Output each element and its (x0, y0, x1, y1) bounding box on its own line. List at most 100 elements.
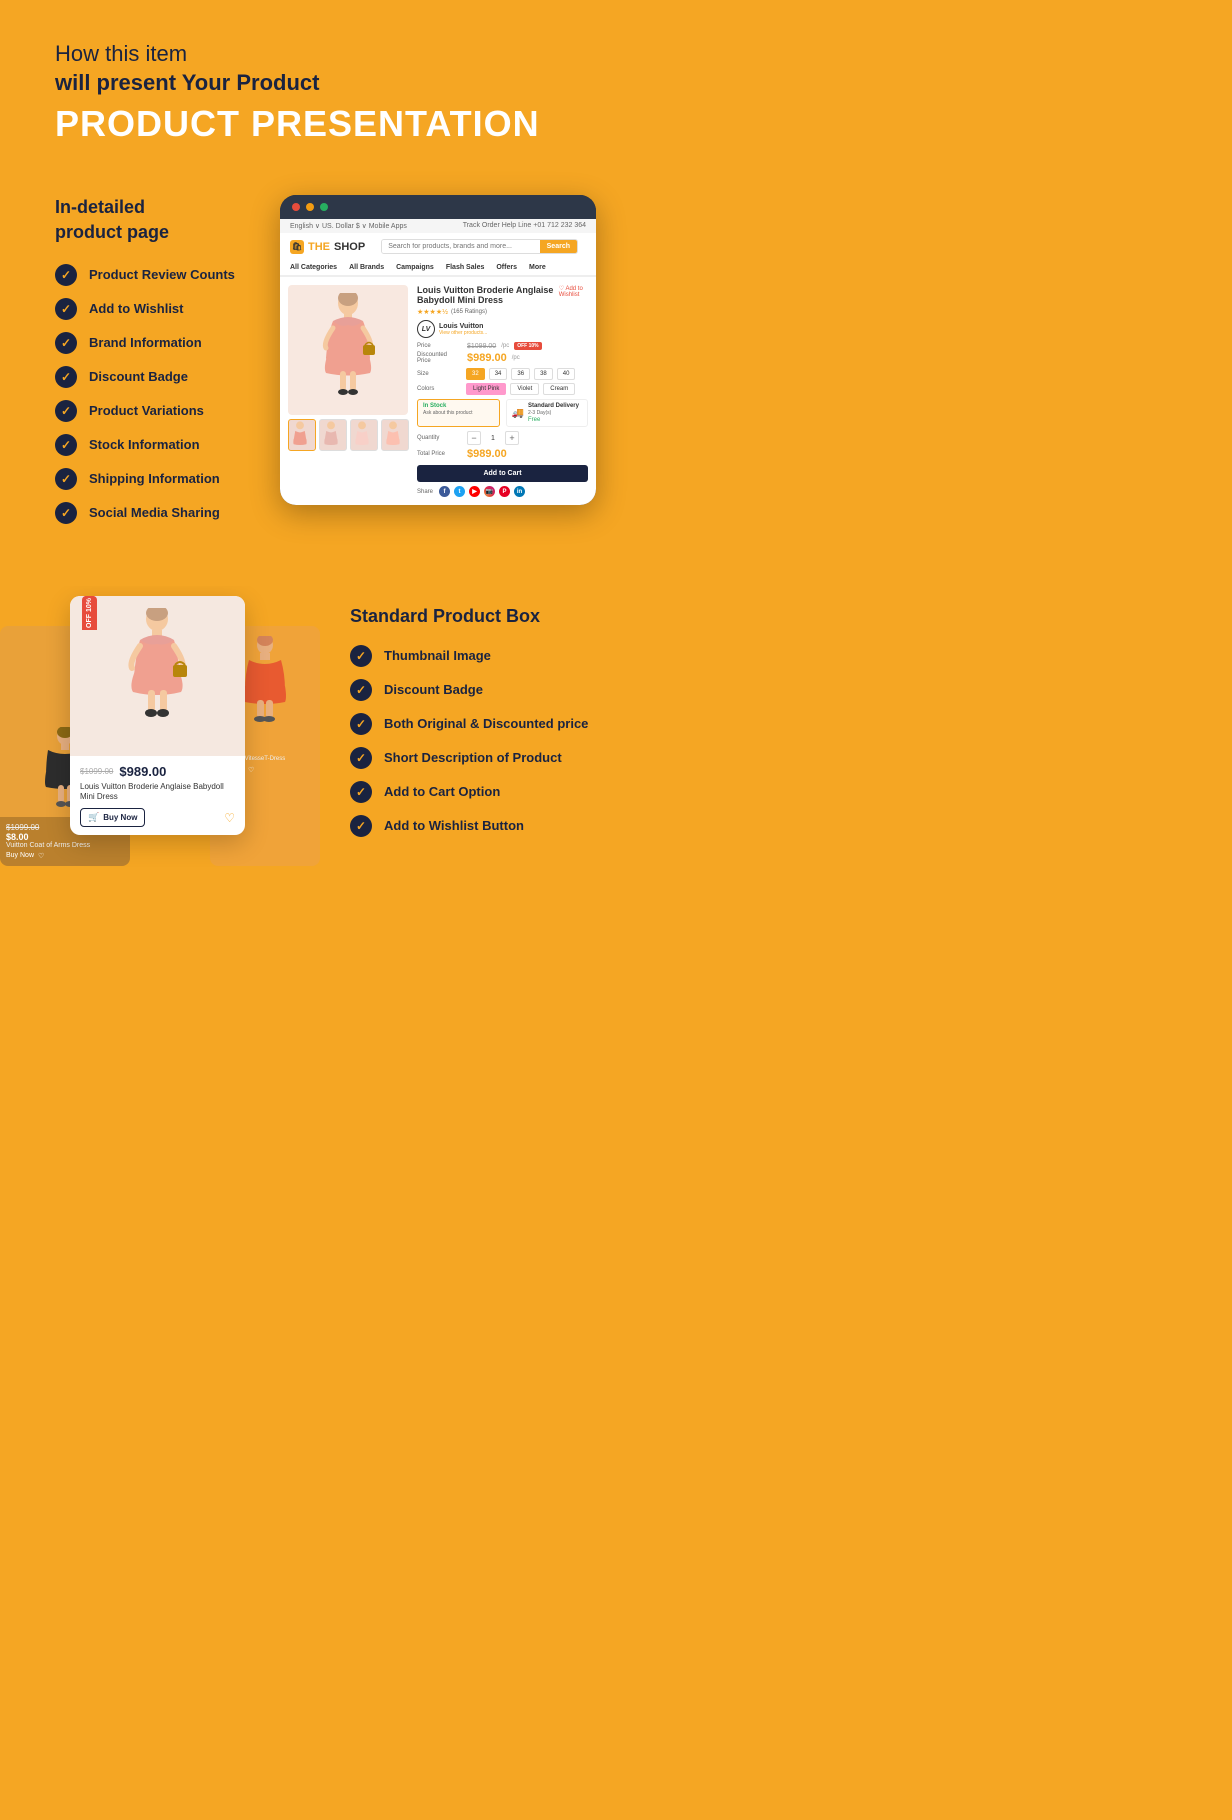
feature-thumbnail: Thumbnail Image (350, 645, 596, 667)
ask-product[interactable]: Ask about this product (423, 410, 494, 416)
size-36[interactable]: 36 (511, 368, 530, 380)
color-cream[interactable]: Cream (543, 383, 575, 395)
shop-header: English ∨ US. Dollar $ ∨ Mobile Apps Tra… (280, 219, 596, 277)
hero-subtitle: How this item will present Your Product (55, 40, 561, 97)
feature-item-stock: Stock Information (55, 434, 260, 456)
category-brands[interactable]: All Brands (349, 264, 384, 271)
card-prices: $1099.00 $989.00 (80, 764, 235, 779)
brand-link[interactable]: View other products... (439, 330, 487, 336)
feature-label: Discount Badge (89, 369, 188, 384)
thumbnail-1[interactable] (288, 419, 316, 451)
feature-label: Product Variations (89, 403, 204, 418)
hero-line1: How this item (55, 41, 187, 66)
hero-section: How this item will present Your Product … (0, 0, 616, 175)
product-title: Louis Vuitton Broderie Anglaise Babydoll… (417, 285, 559, 305)
delivery-box: 🚚 Standard Delivery 2-3 Day(s) Free (506, 399, 589, 427)
rating-count: (165 Ratings) (451, 309, 487, 315)
size-34[interactable]: 34 (489, 368, 508, 380)
feature-label: Social Media Sharing (89, 505, 220, 520)
stock-box: In Stock Ask about this product (417, 399, 500, 427)
wishlist-button[interactable]: ♡ Add to Wishlist (559, 285, 588, 298)
twitter-icon[interactable]: t (454, 486, 465, 497)
brand-row: LV Louis Vuitton View other products... (417, 320, 588, 338)
shop-categories: All Categories All Brands Campaigns Flas… (280, 260, 596, 276)
shop-nav: 🛍 THE SHOP Search (280, 233, 596, 260)
wishlist-left[interactable]: ♡ (38, 852, 44, 860)
size-40[interactable]: 40 (557, 368, 576, 380)
original-price: $1099.00 (467, 343, 496, 350)
card-old-price: $1099.00 (80, 767, 113, 776)
cards-section: $1099.00 $8.00 Vuitton Coat of Arms Dres… (0, 566, 616, 946)
card-left-title: Vuitton Coat of Arms Dress (6, 842, 124, 849)
color-violet[interactable]: Violet (510, 383, 539, 395)
pinterest-icon[interactable]: P (499, 486, 510, 497)
check-icon (350, 815, 372, 837)
features-right: Standard Product Box Thumbnail Image Dis… (320, 586, 616, 849)
quantity-decrease[interactable]: − (467, 431, 481, 445)
share-label: Share (417, 489, 433, 495)
category-flash[interactable]: Flash Sales (446, 264, 485, 271)
features-left-heading: In-detailed product page (55, 195, 260, 245)
browser-content: English ∨ US. Dollar $ ∨ Mobile Apps Tra… (280, 219, 596, 505)
category-campaigns[interactable]: Campaigns (396, 264, 434, 271)
stars: ★★★★½ (417, 308, 448, 316)
buy-now-left[interactable]: Buy Now (6, 852, 34, 859)
color-light-pink[interactable]: Light Pink (466, 383, 506, 395)
stock-delivery: In Stock Ask about this product 🚚 Standa… (417, 399, 588, 427)
check-icon (55, 332, 77, 354)
feature-label: Thumbnail Image (384, 648, 491, 663)
shop-search[interactable]: Search (381, 239, 578, 254)
youtube-icon[interactable]: ▶ (469, 486, 480, 497)
browser-chrome (280, 195, 596, 219)
thumbnail-4[interactable] (381, 419, 409, 451)
size-38[interactable]: 38 (534, 368, 553, 380)
hero-title: PRODUCT PRESENTATION (55, 103, 561, 145)
total-price: $989.00 (467, 448, 507, 460)
price-row: Price $1099.00 /pc OFF 10% (417, 342, 588, 350)
feature-label: Short Description of Product (384, 750, 562, 765)
thumbnail-3[interactable] (350, 419, 378, 451)
instagram-icon[interactable]: 📷 (484, 486, 495, 497)
wishlist-heart-icon[interactable]: ♡ (224, 811, 235, 825)
color-label: Colors (417, 386, 462, 392)
linkedin-icon[interactable]: in (514, 486, 525, 497)
feature-label: Add to Wishlist Button (384, 818, 524, 833)
social-row: Share f t ▶ 📷 P in (417, 486, 588, 497)
quantity-value: 1 (486, 435, 500, 442)
product-main-image (288, 285, 408, 415)
search-button[interactable]: Search (540, 240, 577, 253)
check-icon (55, 434, 77, 456)
feature-both-prices: Both Original & Discounted price (350, 713, 596, 735)
feature-label: Discount Badge (384, 682, 483, 697)
check-icon (55, 264, 77, 286)
brand-logo: LV (417, 320, 435, 338)
feature-discount-badge: Discount Badge (350, 679, 596, 701)
product-detail-page: Louis Vuitton Broderie Anglaise Babydoll… (280, 277, 596, 505)
feature-short-desc: Short Description of Product (350, 747, 596, 769)
features-right-heading: Standard Product Box (350, 606, 596, 627)
size-32[interactable]: 32 (466, 368, 485, 380)
category-offers[interactable]: Offers (496, 264, 517, 271)
check-icon (350, 645, 372, 667)
buy-now-button[interactable]: 🛒 Buy Now (80, 808, 145, 827)
check-icon (55, 366, 77, 388)
category-all[interactable]: All Categories (290, 264, 337, 271)
delivery-icon: 🚚 (512, 408, 524, 419)
buy-now-label: Buy Now (103, 813, 137, 822)
feature-item-wishlist: Add to Wishlist (55, 298, 260, 320)
browser-mockup: English ∨ US. Dollar $ ∨ Mobile Apps Tra… (280, 195, 596, 505)
card-main: OFF 10% (70, 596, 245, 836)
search-input[interactable] (382, 240, 539, 253)
feature-label: Add to Wishlist (89, 301, 184, 316)
price-label: Price (417, 343, 462, 349)
check-icon (350, 747, 372, 769)
check-icon (350, 713, 372, 735)
check-icon (350, 679, 372, 701)
thumbnail-2[interactable] (319, 419, 347, 451)
wishlist-right[interactable]: ♡ (248, 766, 254, 774)
feature-label: Stock Information (89, 437, 200, 452)
category-more[interactable]: More (529, 264, 546, 271)
add-to-cart-button[interactable]: Add to Cart (417, 465, 588, 482)
facebook-icon[interactable]: f (439, 486, 450, 497)
quantity-increase[interactable]: + (505, 431, 519, 445)
